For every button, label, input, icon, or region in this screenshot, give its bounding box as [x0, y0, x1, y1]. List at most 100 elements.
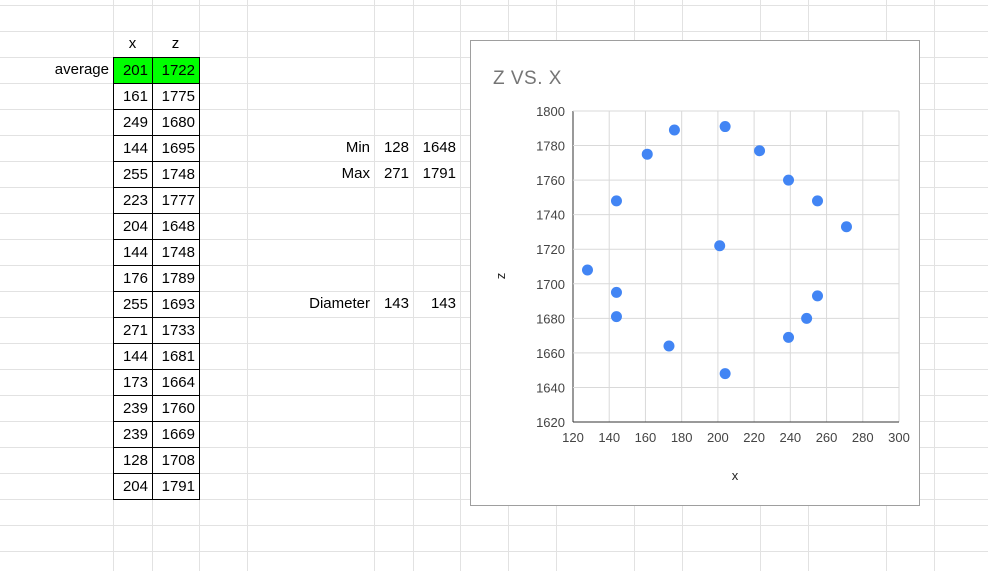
data-point: [610, 286, 622, 298]
data-point: [610, 311, 622, 323]
column-gridline: [460, 0, 461, 571]
data-z-cell[interactable]: 1748: [152, 239, 200, 266]
data-z-cell[interactable]: 1777: [152, 187, 200, 214]
scatter-chart[interactable]: 120 140 160 180 200 220 240 260 280 300 1620 1640 16…: [470, 40, 920, 506]
data-point: [719, 121, 731, 133]
x-tick-label: 220: [743, 430, 765, 445]
data-x-cell[interactable]: 204: [113, 473, 153, 500]
data-point: [783, 331, 795, 343]
spreadsheet-grid: x z average 201 1722 161 1775 249 1680 1…: [0, 0, 988, 571]
data-x-cell[interactable]: 144: [113, 343, 153, 370]
diameter-x-cell[interactable]: 143: [374, 291, 413, 317]
data-z-cell[interactable]: 1669: [152, 421, 200, 448]
data-point: [641, 148, 653, 160]
x-tick-label: 240: [779, 430, 801, 445]
y-tick-label: 1740: [536, 208, 565, 223]
data-x-cell[interactable]: 249: [113, 109, 153, 136]
chart-points: [581, 121, 852, 380]
column-gridline: [413, 0, 414, 571]
y-axis-title: z: [493, 273, 508, 280]
y-tick-label: 1800: [536, 104, 565, 119]
y-tick-label: 1760: [536, 173, 565, 188]
data-x-cell[interactable]: 255: [113, 291, 153, 318]
data-point: [801, 312, 813, 324]
data-x-cell[interactable]: 271: [113, 317, 153, 344]
x-tick-label: 280: [852, 430, 874, 445]
diameter-label[interactable]: Diameter: [280, 291, 374, 317]
x-axis-title: x: [732, 468, 739, 483]
y-tick-label: 1660: [536, 346, 565, 361]
y-tick-label: 1680: [536, 311, 565, 326]
average-x-cell[interactable]: 201: [113, 57, 153, 84]
data-point: [714, 240, 726, 252]
column-header-x[interactable]: x: [113, 31, 152, 57]
column-header-z[interactable]: z: [152, 31, 199, 57]
data-point: [610, 195, 622, 207]
chart-gridlines: [572, 110, 900, 423]
data-z-cell[interactable]: 1733: [152, 317, 200, 344]
data-x-cell[interactable]: 223: [113, 187, 153, 214]
x-tick-label: 260: [816, 430, 838, 445]
chart-tick-labels: 120 140 160 180 200 220 240 260 280 300 1620 1640 16…: [536, 104, 910, 445]
min-label[interactable]: Min: [300, 135, 374, 161]
data-z-cell[interactable]: 1748: [152, 161, 200, 188]
data-z-cell[interactable]: 1693: [152, 291, 200, 318]
x-tick-label: 180: [671, 430, 693, 445]
data-x-cell[interactable]: 239: [113, 421, 153, 448]
data-x-cell[interactable]: 161: [113, 83, 153, 110]
data-z-cell[interactable]: 1681: [152, 343, 200, 370]
data-z-cell[interactable]: 1791: [152, 473, 200, 500]
min-x-cell[interactable]: 128: [374, 135, 413, 161]
data-z-cell[interactable]: 1775: [152, 83, 200, 110]
chart-title: z vs. x: [493, 68, 562, 89]
data-z-cell[interactable]: 1789: [152, 265, 200, 292]
data-z-cell[interactable]: 1708: [152, 447, 200, 474]
max-x-cell[interactable]: 271: [374, 161, 413, 187]
data-z-cell[interactable]: 1680: [152, 109, 200, 136]
data-point: [668, 124, 680, 136]
x-tick-label: 200: [707, 430, 729, 445]
y-tick-label: 1780: [536, 139, 565, 154]
data-point: [663, 340, 675, 352]
data-z-cell[interactable]: 1695: [152, 135, 200, 162]
data-point: [581, 264, 593, 276]
data-x-cell[interactable]: 204: [113, 213, 153, 240]
x-tick-label: 300: [888, 430, 910, 445]
data-point: [783, 174, 795, 186]
min-z-cell[interactable]: 1648: [413, 135, 460, 161]
data-point: [754, 145, 766, 157]
data-point: [812, 195, 823, 207]
row-gridline: [0, 525, 988, 526]
max-z-cell[interactable]: 1791: [413, 161, 460, 187]
data-point: [719, 368, 731, 380]
data-point: [812, 290, 823, 302]
data-x-cell[interactable]: 255: [113, 161, 153, 188]
y-tick-label: 1640: [536, 380, 565, 395]
diameter-z-cell[interactable]: 143: [413, 291, 460, 317]
x-tick-label: 160: [635, 430, 657, 445]
data-x-cell[interactable]: 144: [113, 135, 153, 162]
row-gridline: [0, 5, 988, 6]
y-tick-label: 1700: [536, 277, 565, 292]
data-x-cell[interactable]: 176: [113, 265, 153, 292]
y-tick-label: 1720: [536, 242, 565, 257]
y-tick-label: 1620: [536, 415, 565, 430]
data-x-cell[interactable]: 128: [113, 447, 153, 474]
data-point: [840, 221, 852, 233]
column-gridline: [374, 0, 375, 571]
max-label[interactable]: Max: [300, 161, 374, 187]
data-z-cell[interactable]: 1648: [152, 213, 200, 240]
x-tick-label: 140: [598, 430, 620, 445]
data-z-cell[interactable]: 1664: [152, 369, 200, 396]
average-z-cell[interactable]: 1722: [152, 57, 200, 84]
data-x-cell[interactable]: 173: [113, 369, 153, 396]
x-tick-label: 120: [562, 430, 584, 445]
data-z-cell[interactable]: 1760: [152, 395, 200, 422]
data-x-cell[interactable]: 239: [113, 395, 153, 422]
average-label[interactable]: average: [0, 57, 113, 83]
column-gridline: [247, 0, 248, 571]
column-gridline: [934, 0, 935, 571]
row-gridline: [0, 551, 988, 552]
chart-canvas: 120 140 160 180 200 220 240 260 280 300 1620 1640 16…: [493, 68, 910, 483]
data-x-cell[interactable]: 144: [113, 239, 153, 266]
